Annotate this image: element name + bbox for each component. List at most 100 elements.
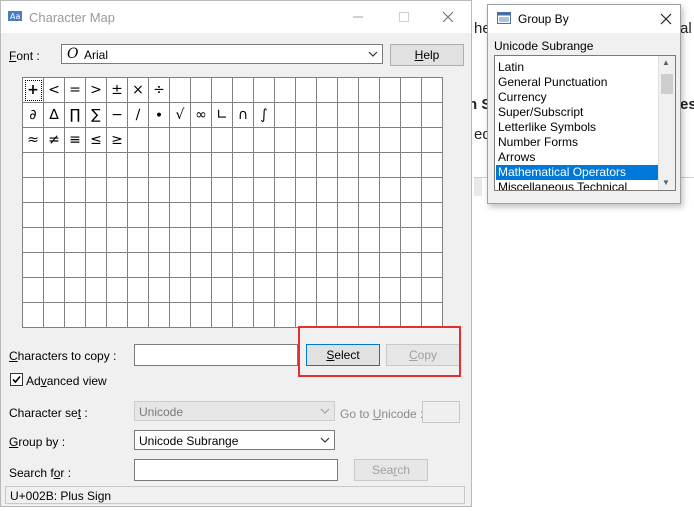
character-cell[interactable] (380, 178, 401, 203)
character-cell[interactable]: < (44, 78, 65, 103)
maximize-button[interactable] (381, 1, 427, 33)
character-cell[interactable] (149, 278, 170, 303)
character-cell[interactable] (401, 278, 422, 303)
character-cell[interactable] (254, 128, 275, 153)
character-cell[interactable] (23, 303, 44, 328)
character-cell[interactable] (191, 278, 212, 303)
character-cell[interactable] (275, 278, 296, 303)
scroll-down-icon[interactable]: ▼ (662, 178, 670, 187)
character-cell[interactable] (191, 228, 212, 253)
character-cell[interactable]: ∏ (65, 103, 86, 128)
character-cell[interactable] (296, 78, 317, 103)
character-cell[interactable] (275, 178, 296, 203)
character-cell[interactable] (149, 203, 170, 228)
character-cell[interactable] (191, 203, 212, 228)
character-cell[interactable] (170, 203, 191, 228)
character-cell[interactable] (170, 78, 191, 103)
character-cell[interactable] (359, 128, 380, 153)
character-cell[interactable]: ÷ (149, 78, 170, 103)
character-cell[interactable] (254, 153, 275, 178)
character-cell[interactable] (233, 78, 254, 103)
character-cell[interactable] (338, 303, 359, 328)
search-input[interactable] (134, 459, 338, 481)
character-cell[interactable] (338, 128, 359, 153)
character-cell[interactable] (212, 78, 233, 103)
character-cell[interactable] (149, 128, 170, 153)
character-cell[interactable] (359, 303, 380, 328)
list-item[interactable]: Letterlike Symbols (496, 120, 660, 135)
character-cell[interactable] (149, 153, 170, 178)
character-cell[interactable] (422, 103, 443, 128)
character-cell[interactable] (275, 253, 296, 278)
character-cell[interactable] (65, 303, 86, 328)
character-cell[interactable] (44, 203, 65, 228)
character-cell[interactable] (401, 228, 422, 253)
character-cell[interactable] (338, 78, 359, 103)
character-cell[interactable] (212, 228, 233, 253)
character-cell[interactable]: ∙ (149, 103, 170, 128)
character-cell[interactable] (107, 303, 128, 328)
character-cell[interactable] (128, 203, 149, 228)
character-cell[interactable] (317, 153, 338, 178)
character-cell[interactable]: ∆ (44, 103, 65, 128)
character-cell[interactable] (149, 228, 170, 253)
character-cell[interactable] (401, 103, 422, 128)
character-cell[interactable] (338, 203, 359, 228)
character-cell[interactable] (170, 128, 191, 153)
list-item[interactable]: Super/Subscript (496, 105, 660, 120)
character-cell[interactable] (107, 178, 128, 203)
character-cell[interactable] (254, 278, 275, 303)
character-cell[interactable]: > (86, 78, 107, 103)
character-cell[interactable] (317, 103, 338, 128)
character-cell[interactable] (128, 178, 149, 203)
character-cell[interactable] (128, 228, 149, 253)
advanced-view-checkbox[interactable] (10, 373, 23, 386)
character-cell[interactable] (233, 178, 254, 203)
search-button[interactable]: Search (354, 459, 428, 481)
character-cell[interactable] (191, 128, 212, 153)
character-cell[interactable] (317, 128, 338, 153)
character-cell[interactable] (149, 253, 170, 278)
character-cell[interactable] (422, 78, 443, 103)
character-cell[interactable] (233, 253, 254, 278)
character-cell[interactable] (296, 253, 317, 278)
character-cell[interactable] (317, 203, 338, 228)
character-cell[interactable] (233, 228, 254, 253)
character-cell[interactable] (191, 78, 212, 103)
character-cell[interactable] (338, 178, 359, 203)
character-cell[interactable] (233, 128, 254, 153)
close-button[interactable] (425, 1, 471, 33)
character-cell[interactable] (317, 303, 338, 328)
character-cell[interactable] (149, 303, 170, 328)
character-cell[interactable] (359, 103, 380, 128)
character-cell[interactable] (212, 278, 233, 303)
character-cell[interactable] (212, 128, 233, 153)
character-cell[interactable] (86, 178, 107, 203)
character-cell[interactable] (212, 253, 233, 278)
character-cell[interactable] (359, 278, 380, 303)
character-cell[interactable] (86, 303, 107, 328)
list-item[interactable]: Number Forms (496, 135, 660, 150)
character-cell[interactable] (422, 228, 443, 253)
character-cell[interactable] (359, 228, 380, 253)
character-cell[interactable] (401, 303, 422, 328)
character-cell[interactable] (254, 178, 275, 203)
character-cell[interactable]: √ (170, 103, 191, 128)
minimize-button[interactable] (335, 1, 381, 33)
character-cell[interactable] (422, 278, 443, 303)
character-cell[interactable] (422, 203, 443, 228)
character-set-dropdown[interactable]: Unicode (134, 401, 335, 421)
character-cell[interactable] (359, 78, 380, 103)
character-cell[interactable] (170, 303, 191, 328)
character-cell[interactable] (359, 253, 380, 278)
character-cell[interactable]: ≥ (107, 128, 128, 153)
character-cell[interactable]: − (107, 103, 128, 128)
character-cell[interactable] (212, 303, 233, 328)
character-cell[interactable] (44, 178, 65, 203)
character-cell[interactable] (65, 278, 86, 303)
character-cell[interactable] (128, 253, 149, 278)
character-cell[interactable] (422, 153, 443, 178)
character-cell[interactable] (359, 153, 380, 178)
character-cell[interactable] (422, 128, 443, 153)
character-cell[interactable] (338, 103, 359, 128)
